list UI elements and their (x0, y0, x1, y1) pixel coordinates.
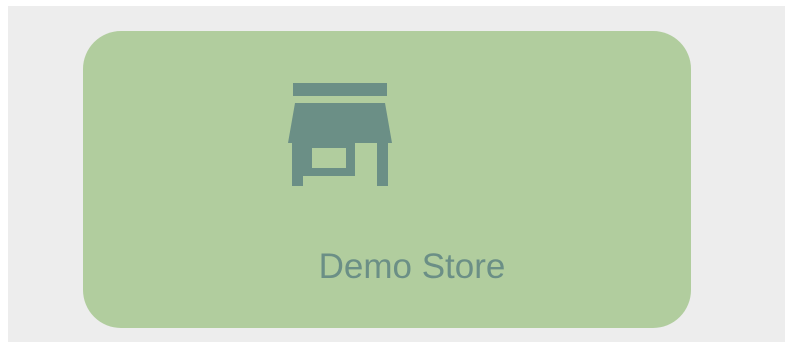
store-card-label: Demo Store (318, 247, 506, 286)
store-card-demo-store[interactable]: Demo Store (83, 31, 691, 328)
page-background: Demo Store (8, 6, 785, 342)
storefront-icon (288, 83, 392, 186)
